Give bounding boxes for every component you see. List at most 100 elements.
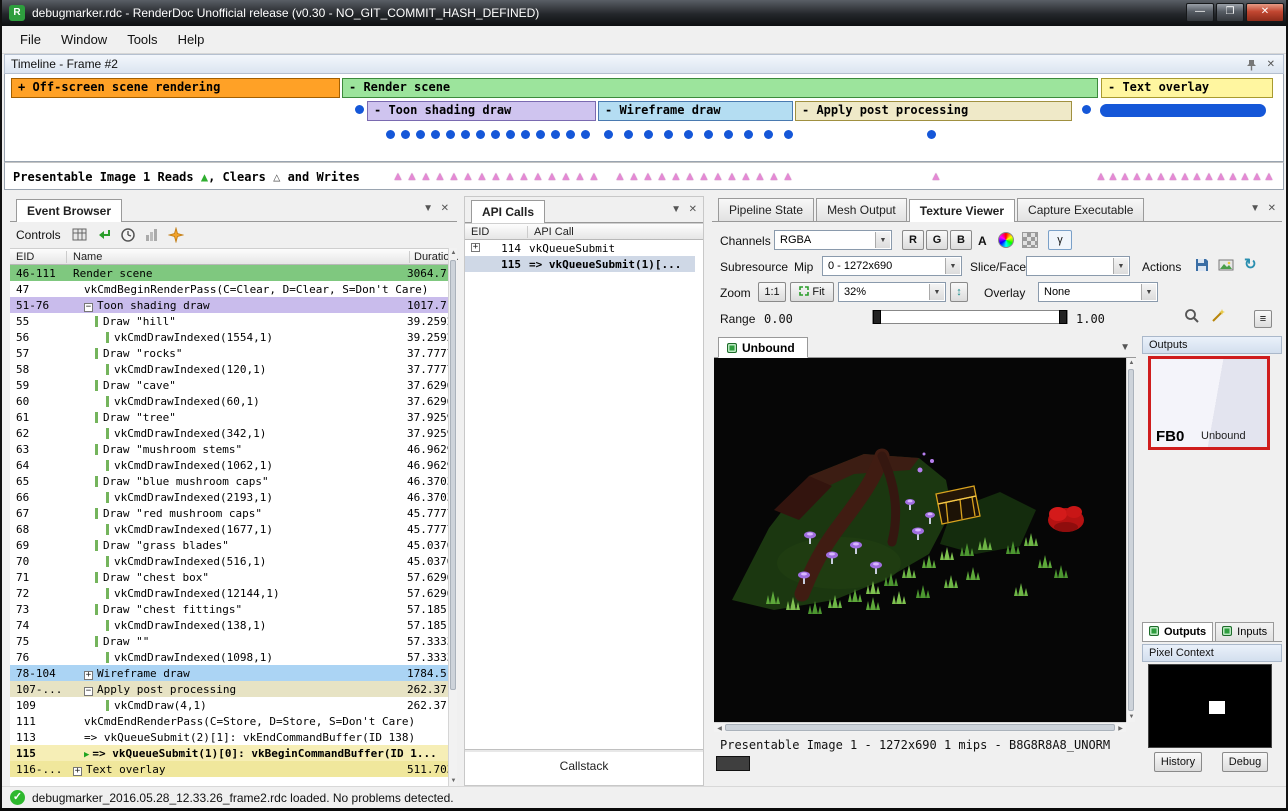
- draw-event-dot[interactable]: [476, 130, 485, 139]
- draw-event-dot[interactable]: [664, 130, 673, 139]
- close-icon[interactable]: ✕: [689, 205, 697, 215]
- zoom-1to1-button[interactable]: 1:1: [758, 282, 786, 302]
- alpha-channel-label[interactable]: A: [978, 234, 987, 248]
- timeline-bar--wireframe-draw[interactable]: - Wireframe draw: [598, 101, 793, 121]
- draw-event-dot[interactable]: [431, 130, 440, 139]
- event-row[interactable]: 56vkCmdDrawIndexed(1554,1)39.25926: [10, 329, 448, 345]
- mip-select[interactable]: 0 - 1272x690▼: [822, 256, 962, 276]
- timeline-bar--text-overlay[interactable]: - Text overlay: [1101, 78, 1273, 98]
- chevron-down-icon[interactable]: ▼: [423, 204, 433, 214]
- chevron-down-icon[interactable]: ▼: [671, 205, 681, 215]
- draw-event-dot[interactable]: [491, 130, 500, 139]
- channel-g-button[interactable]: G: [926, 230, 948, 250]
- write-usage-triangle-icon[interactable]: ▲: [1119, 169, 1131, 183]
- magnifier-icon[interactable]: [1184, 308, 1200, 324]
- merged-events-capsule[interactable]: [1100, 104, 1266, 117]
- draw-event-dot[interactable]: [551, 130, 560, 139]
- minimize-button[interactable]: —: [1186, 3, 1214, 22]
- maximize-button[interactable]: ❐: [1216, 3, 1244, 22]
- event-row[interactable]: 72vkCmdDrawIndexed(12144,1)57.62963: [10, 585, 448, 601]
- event-row[interactable]: 113=> vkQueueSubmit(2)[1]: vkEndCommandB…: [10, 729, 448, 745]
- draw-event-dot[interactable]: [566, 130, 575, 139]
- write-usage-triangle-icon[interactable]: ▲: [642, 169, 654, 183]
- event-row[interactable]: 69Draw "grass blades"45.03704: [10, 537, 448, 553]
- draw-event-dot[interactable]: [1082, 105, 1091, 114]
- expand-icon[interactable]: +: [73, 767, 82, 776]
- write-usage-triangle-icon[interactable]: ▲: [1107, 169, 1119, 183]
- write-usage-triangle-icon[interactable]: ▲: [1251, 169, 1263, 183]
- save-icon[interactable]: [1194, 257, 1210, 273]
- write-usage-triangle-icon[interactable]: ▲: [420, 169, 432, 183]
- draw-event-dot[interactable]: [506, 130, 515, 139]
- history-button[interactable]: History: [1154, 752, 1202, 772]
- write-usage-triangle-icon[interactable]: ▲: [628, 169, 640, 183]
- event-row[interactable]: 55Draw "hill"39.25926: [10, 313, 448, 329]
- write-usage-triangle-icon[interactable]: ▲: [1095, 169, 1107, 183]
- tab-capture-executable[interactable]: Capture Executable: [1017, 198, 1144, 221]
- expand-icon[interactable]: +: [84, 671, 93, 680]
- write-usage-triangle-icon[interactable]: ▲: [392, 169, 404, 183]
- tab-mesh-output[interactable]: Mesh Output: [816, 198, 907, 221]
- draw-event-dot[interactable]: [416, 130, 425, 139]
- menu-lines-icon[interactable]: ≡: [1254, 310, 1272, 328]
- write-usage-triangle-icon[interactable]: ▲: [740, 169, 752, 183]
- checkerboard-icon[interactable]: [1022, 232, 1038, 248]
- write-usage-triangle-icon[interactable]: ▲: [1239, 169, 1251, 183]
- event-row[interactable]: 47vkCmdBeginRenderPass(C=Clear, D=Clear,…: [10, 281, 448, 297]
- chevron-down-icon[interactable]: ▼: [1120, 343, 1130, 353]
- write-usage-triangle-icon[interactable]: ▲: [930, 169, 942, 183]
- range-white-handle[interactable]: [1059, 310, 1067, 324]
- draw-event-dot[interactable]: [461, 130, 470, 139]
- scroll-up-icon[interactable]: ▲: [449, 250, 458, 256]
- collapse-icon[interactable]: −: [84, 303, 93, 312]
- write-usage-triangle-icon[interactable]: ▲: [518, 169, 530, 183]
- color-wheel-icon[interactable]: [998, 232, 1014, 248]
- draw-event-dot[interactable]: [784, 130, 793, 139]
- tab-texture-viewer[interactable]: Texture Viewer: [909, 199, 1015, 222]
- timeline-bar--apply-post-processing[interactable]: - Apply post processing: [795, 101, 1072, 121]
- tab-outputs[interactable]: Outputs: [1142, 622, 1213, 641]
- write-usage-triangle-icon[interactable]: ▲: [1179, 169, 1191, 183]
- texture-display[interactable]: [714, 358, 1126, 722]
- event-row[interactable]: 71Draw "chest box"57.62963: [10, 569, 448, 585]
- scroll-down-icon[interactable]: ▼: [1127, 714, 1136, 720]
- stats-chart-icon[interactable]: [144, 227, 160, 243]
- event-row[interactable]: 58vkCmdDrawIndexed(120,1)37.77778: [10, 361, 448, 377]
- event-row[interactable]: 64vkCmdDrawIndexed(1062,1)46.96296: [10, 457, 448, 473]
- viewport-hscrollbar[interactable]: ◀ ▶: [714, 722, 1126, 732]
- write-usage-triangle-icon[interactable]: ▲: [726, 169, 738, 183]
- write-usage-triangle-icon[interactable]: ▲: [670, 169, 682, 183]
- zoom-fit-button[interactable]: Fit: [790, 282, 834, 302]
- event-row[interactable]: 65Draw "blue mushroom caps"46.37037: [10, 473, 448, 489]
- event-row[interactable]: 74vkCmdDrawIndexed(138,1)57.18518: [10, 617, 448, 633]
- tab-inputs[interactable]: Inputs: [1215, 622, 1274, 641]
- write-usage-triangle-icon[interactable]: ▲: [1167, 169, 1179, 183]
- write-usage-triangle-icon[interactable]: ▲: [462, 169, 474, 183]
- channel-b-button[interactable]: B: [950, 230, 972, 250]
- draw-event-dot[interactable]: [724, 130, 733, 139]
- timeline-bar--toon-shading-draw[interactable]: - Toon shading draw: [367, 101, 596, 121]
- draw-event-dot[interactable]: [521, 130, 530, 139]
- draw-event-dot[interactable]: [624, 130, 633, 139]
- write-usage-triangle-icon[interactable]: ▲: [1131, 169, 1143, 183]
- close-icon[interactable]: ✕: [441, 204, 449, 214]
- draw-event-dot[interactable]: [581, 130, 590, 139]
- write-usage-triangle-icon[interactable]: ▲: [574, 169, 586, 183]
- write-usage-triangle-icon[interactable]: ▲: [476, 169, 488, 183]
- timeline-bar--render-scene[interactable]: - Render scene: [342, 78, 1098, 98]
- write-usage-triangle-icon[interactable]: ▲: [1263, 169, 1275, 183]
- event-row[interactable]: 61Draw "tree"37.92593: [10, 409, 448, 425]
- event-row[interactable]: 46-111Render scene3064.7...: [10, 265, 448, 281]
- timer-icon[interactable]: [120, 227, 136, 243]
- event-row[interactable]: 51-76−Toon shading draw1017.7...: [10, 297, 448, 313]
- write-usage-triangle-icon[interactable]: ▲: [490, 169, 502, 183]
- write-usage-triangle-icon[interactable]: ▲: [656, 169, 668, 183]
- draw-event-dot[interactable]: [744, 130, 753, 139]
- draw-event-dot[interactable]: [355, 105, 364, 114]
- event-row[interactable]: 70vkCmdDrawIndexed(516,1)45.03704: [10, 553, 448, 569]
- event-row[interactable]: 68vkCmdDrawIndexed(1677,1)45.77778: [10, 521, 448, 537]
- chevron-down-icon[interactable]: ▼: [1250, 204, 1260, 214]
- api-call-row[interactable]: 115=> vkQueueSubmit(1)[...: [465, 256, 695, 272]
- fb0-thumbnail[interactable]: FB0 Unbound: [1148, 356, 1270, 450]
- write-usage-triangle-icon[interactable]: ▲: [768, 169, 780, 183]
